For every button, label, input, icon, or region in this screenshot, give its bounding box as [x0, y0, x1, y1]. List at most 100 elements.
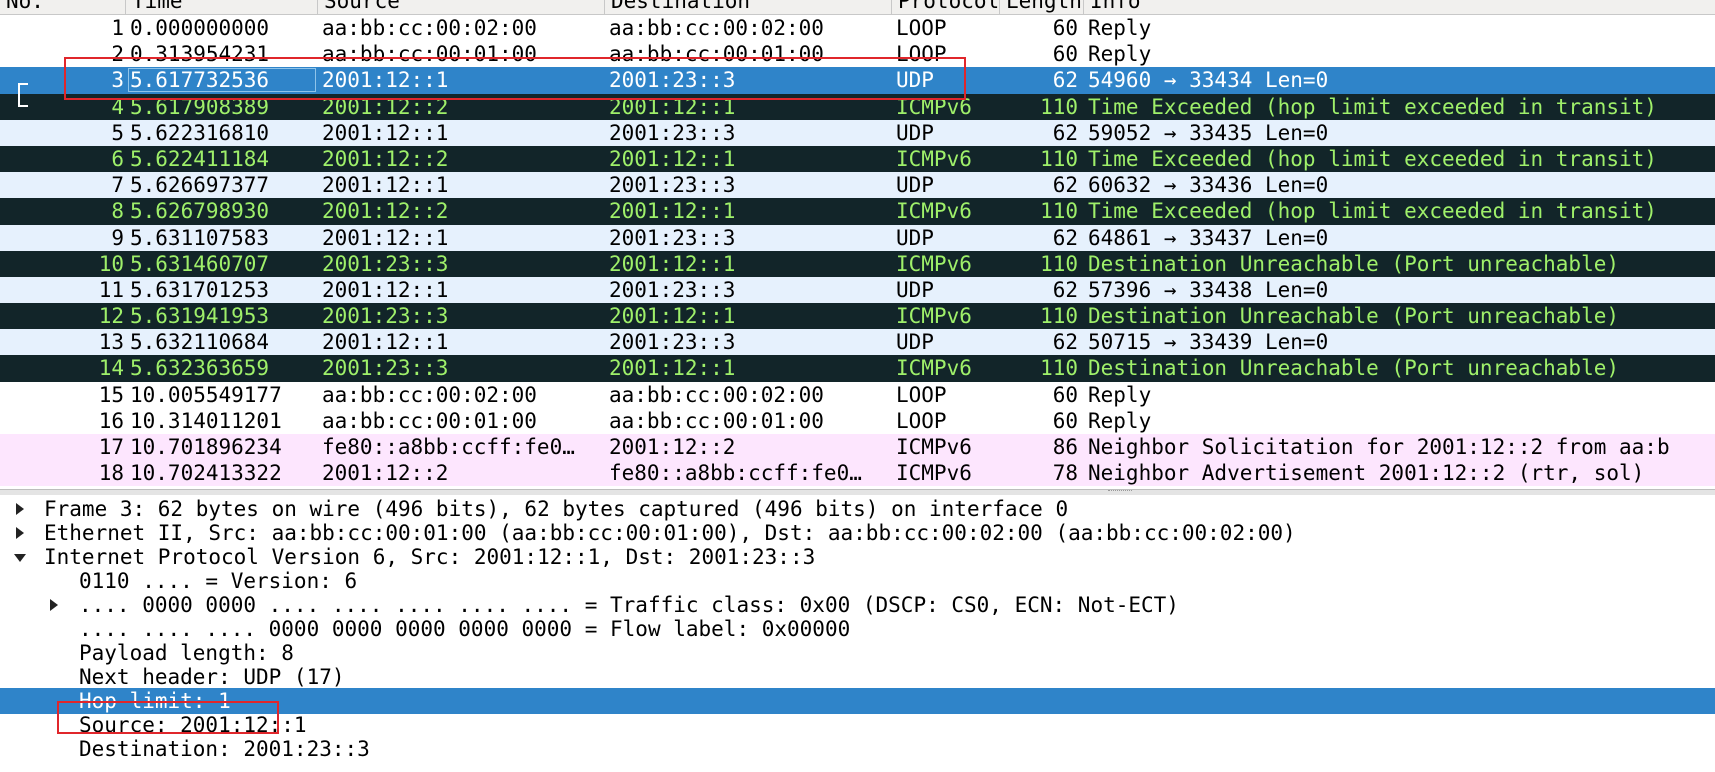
packet-destination: 2001:12::1 [609, 199, 736, 224]
detail-tree-item[interactable]: Frame 3: 62 bytes on wire (496 bits), 62… [0, 496, 1715, 522]
packet-row[interactable]: 13 5.632110684 2001:12::1 2001:23::3 UDP 62 50… [0, 329, 1715, 356]
expand-arrow-down-icon[interactable] [12, 544, 28, 570]
packet-row[interactable]: 18 10.702413322 2001:12::2 fe80::a8bb:ccff:… [0, 460, 1715, 487]
packet-source: aa:bb:cc:00:02:00 [322, 382, 537, 407]
packet-time: 5.632363659 [130, 356, 270, 381]
expand-arrow-right-icon[interactable] [12, 496, 28, 522]
packet-row[interactable]: 12 5.631941953 2001:23::3 2001:12::1 ICMPv6 1… [0, 303, 1715, 330]
detail-tree-label: Next header: UDP (17) [79, 665, 345, 689]
column-header-length[interactable]: Length [1000, 0, 1084, 14]
packet-row[interactable]: 4 5.617908389 2001:12::2 2001:12::1 ICMPv6 11… [0, 93, 1715, 120]
packet-protocol: UDP [896, 225, 934, 250]
packet-source: 2001:12::1 [322, 68, 449, 93]
detail-tree-item[interactable]: Internet Protocol Version 6, Src: 2001:1… [0, 544, 1715, 570]
detail-tree-item[interactable]: Payload length: 8 [0, 640, 1715, 666]
packet-length: 86 [1052, 435, 1078, 459]
packet-source: aa:bb:cc:00:01:00 [322, 42, 537, 67]
packet-number: 17 [98, 435, 124, 459]
packet-destination: 2001:12::2 [609, 435, 736, 459]
packet-protocol: ICMPv6 [896, 199, 972, 224]
column-header-time[interactable]: Time [126, 0, 318, 14]
packet-info: Time Exceeded (hop limit exceeded in tra… [1088, 146, 1657, 171]
column-header-destination[interactable]: Destination [605, 0, 892, 14]
packet-number: 9 [111, 225, 124, 250]
packet-protocol: ICMPv6 [896, 435, 972, 459]
packet-time: 5.622316810 [130, 120, 270, 145]
packet-length: 60 [1052, 382, 1078, 407]
packet-info: 60632 → 33436 Len=0 [1088, 173, 1329, 198]
packet-info: Destination Unreachable (Port unreachabl… [1088, 251, 1620, 276]
column-header-no[interactable]: No. [0, 0, 126, 14]
packet-time: 5.622411184 [130, 146, 270, 171]
packet-number: 2 [111, 42, 124, 67]
packet-number: 8 [111, 199, 124, 224]
packet-protocol: UDP [896, 277, 934, 302]
packet-length: 62 [1052, 173, 1078, 198]
packet-number: 12 [98, 304, 124, 329]
packet-row[interactable]: 14 5.632363659 2001:23::3 2001:12::1 ICMPv6 1… [0, 355, 1715, 382]
packet-info: Reply [1088, 408, 1152, 433]
packet-time: 5.626798930 [130, 199, 270, 224]
packet-protocol: ICMPv6 [896, 356, 972, 381]
expand-arrow-right-icon[interactable] [46, 592, 62, 618]
packet-time: 5.631701253 [130, 277, 270, 302]
packet-time: 10.005549177 [130, 382, 282, 407]
splitter-grip[interactable] [1108, 490, 1132, 494]
packet-row[interactable]: 11 5.631701253 2001:12::1 2001:23::3 UDP 62 57… [0, 276, 1715, 304]
packet-length: 60 [1052, 408, 1078, 433]
packet-row[interactable]: 10 5.631460707 2001:23::3 2001:12::1 ICMPv6 1… [0, 250, 1715, 277]
packet-source: 2001:12::1 [322, 173, 449, 198]
packet-row[interactable]: 6 5.622411184 2001:12::2 2001:12::1 ICMPv6 11… [0, 145, 1715, 173]
packet-row[interactable]: 17 10.701896234 fe80::a8bb:ccff:fe0… 2001:1… [0, 434, 1715, 461]
detail-tree-item[interactable]: Source: 2001:12::1 [0, 712, 1715, 738]
packet-row[interactable]: 16 10.314011201 aa:bb:cc:00:01:00 aa:bb:cc:… [0, 407, 1715, 434]
packet-row[interactable]: 3 5.617732536 2001:12::1 2001:23::3 UDP 62 549… [0, 67, 1715, 94]
packet-row[interactable]: 2 0.313954231 aa:bb:cc:00:01:00 aa:bb:cc:00… [0, 41, 1715, 68]
expand-arrow-right-icon[interactable] [12, 520, 28, 546]
packet-number: 13 [98, 330, 124, 355]
detail-tree-label: 0110 .... = Version: 6 [79, 569, 358, 593]
packet-length: 110 [1040, 146, 1078, 171]
packet-length: 60 [1052, 42, 1078, 67]
column-header-info[interactable]: Info [1084, 0, 1715, 14]
packet-protocol: ICMPv6 [896, 461, 972, 486]
packet-protocol: LOOP [896, 408, 947, 433]
packet-destination: aa:bb:cc:00:01:00 [609, 42, 824, 67]
packet-destination: 2001:12::1 [609, 356, 736, 381]
packet-row[interactable]: 8 5.626798930 2001:12::2 2001:12::1 ICMPv6 11… [0, 198, 1715, 225]
packet-info: Time Exceeded (hop limit exceeded in tra… [1088, 199, 1657, 224]
packet-info: 64861 → 33437 Len=0 [1088, 225, 1329, 250]
packet-protocol: UDP [896, 173, 934, 198]
packet-time: 5.631941953 [130, 304, 270, 329]
related-packet-bracket [18, 83, 28, 107]
detail-tree-label: .... 0000 0000 .... .... .... .... .... … [79, 593, 1179, 617]
packet-row[interactable]: 5 5.622316810 2001:12::1 2001:23::3 UDP 62 590… [0, 119, 1715, 146]
packet-time: 5.626697377 [130, 173, 270, 198]
packet-detail-pane[interactable]: Frame 3: 62 bytes on wire (496 bits), 62… [0, 495, 1715, 772]
detail-tree-item[interactable]: Hop limit: 1 [0, 688, 1715, 714]
packet-time: 10.701896234 [130, 435, 282, 459]
packet-row[interactable]: 15 10.005549177 aa:bb:cc:00:02:00 aa:bb:cc:… [0, 381, 1715, 408]
detail-tree-item[interactable]: .... .... .... 0000 0000 0000 0000 0000 … [0, 616, 1715, 642]
packet-row[interactable]: 1 0.000000000 aa:bb:cc:00:02:00 aa:bb:cc:00… [0, 15, 1715, 42]
packet-row[interactable]: 9 5.631107583 2001:12::1 2001:23::3 UDP 62 648… [0, 224, 1715, 251]
detail-tree-item[interactable]: Destination: 2001:23::3 [0, 736, 1715, 762]
packet-length: 62 [1052, 68, 1078, 93]
packet-destination: aa:bb:cc:00:01:00 [609, 408, 824, 433]
detail-tree-item[interactable]: .... 0000 0000 .... .... .... .... .... … [0, 592, 1715, 618]
packet-info: Neighbor Solicitation for 2001:12::2 fro… [1088, 435, 1670, 459]
detail-tree-label: Payload length: 8 [79, 641, 294, 665]
packet-protocol: UDP [896, 68, 934, 93]
packet-info: Reply [1088, 42, 1152, 67]
column-header-source[interactable]: Source [318, 0, 605, 14]
packet-number: 1 [111, 16, 124, 40]
detail-tree-item[interactable]: Ethernet II, Src: aa:bb:cc:00:01:00 (aa:… [0, 520, 1715, 546]
packet-source: 2001:12::2 [322, 199, 449, 224]
packet-protocol: LOOP [896, 382, 947, 407]
detail-tree-item[interactable]: Next header: UDP (17) [0, 664, 1715, 690]
packet-list-pane[interactable]: No. Time Source Destination Protocol Len… [0, 0, 1715, 489]
detail-tree-item[interactable]: 0110 .... = Version: 6 [0, 568, 1715, 594]
column-header-protocol[interactable]: Protocol [892, 0, 1000, 14]
packet-number: 6 [111, 146, 124, 171]
packet-row[interactable]: 7 5.626697377 2001:12::1 2001:23::3 UDP 62 606… [0, 172, 1715, 199]
